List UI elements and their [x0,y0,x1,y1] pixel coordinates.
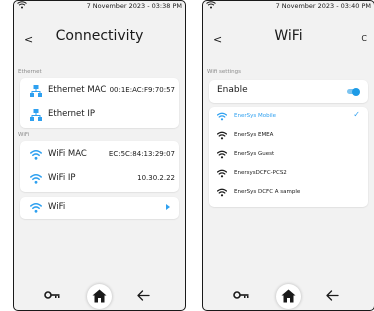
wifi-ip-row: WiFi IP 10.30.2.22 [20,168,179,190]
wifi-status-icon [17,1,27,9]
home-icon [281,289,296,303]
section-label-wifi: WiFi [18,132,30,138]
wifi-icon [30,150,42,160]
status-bar: 7 November 2023 - 03:38 PM [14,1,185,13]
wifi-screen: 7 November 2023 - 03:40 PM < WiFi C Wifi… [202,0,374,311]
row-value: 10.30.2.22 [137,174,175,182]
row-value: EC:5C:84:13:29:07 [108,150,175,158]
row-value: 00:1E:AC:F9:70:57 [109,86,175,94]
ethernet-card: Ethernet MAC 00:1E:AC:F9:70:57 Ethernet … [20,78,179,128]
network-name: EnerSys Mobile [234,113,277,119]
row-label: Ethernet IP [48,109,95,119]
row-label: WiFi MAC [48,149,87,159]
status-bar: 7 November 2023 - 03:40 PM [203,1,374,13]
enable-card: Enable [209,80,368,103]
enable-toggle[interactable] [347,87,360,96]
wifi-icon [217,112,227,121]
wifi-icon [30,174,42,184]
wifi-status-icon [206,1,216,9]
wifi-icon [217,131,227,140]
network-name: EnerSys EMEA [234,132,274,138]
row-label: WiFi IP [48,173,76,183]
refresh-button[interactable]: C [361,34,367,43]
wifi-nav-row[interactable]: WiFi [20,197,179,219]
wifi-icon [217,150,227,159]
connectivity-screen: 7 November 2023 - 03:38 PM < Connectivit… [13,0,186,311]
wifi-info-card: WiFi MAC EC:5C:84:13:29:07 WiFi IP 10.30… [20,141,179,192]
section-label-ethernet: Ethernet [18,69,42,75]
wifi-icon [217,188,227,197]
arrow-left-icon[interactable] [326,290,339,301]
network-name: EnerSys Guest [234,151,275,157]
wifi-nav-item[interactable]: WiFi [20,197,179,219]
page-title: Connectivity [55,28,144,44]
network-item[interactable]: EnerSys EMEA [209,128,368,144]
network-icon [30,85,42,97]
wifi-icon [30,203,42,213]
wifi-icon [217,169,227,178]
bottom-nav [14,283,185,310]
checkmark-icon: ✓ [353,110,360,119]
network-item[interactable]: EnerSys Guest [209,147,368,163]
page-title: WiFi [274,28,303,44]
ethernet-mac-row: Ethernet MAC 00:1E:AC:F9:70:57 [20,80,179,102]
status-time: 7 November 2023 - 03:40 PM [275,2,371,10]
home-icon [92,289,107,303]
header: < Connectivity [14,26,185,56]
ethernet-ip-row: Ethernet IP [20,104,179,126]
section-label-wifi-settings: Wifi settings [207,69,241,75]
wifi-mac-row: WiFi MAC EC:5C:84:13:29:07 [20,144,179,166]
home-button[interactable] [276,284,301,309]
status-time: 7 November 2023 - 03:38 PM [86,2,182,10]
header: < WiFi C [203,26,374,56]
network-item[interactable]: EnersysDCFC-PCS2 [209,166,368,182]
network-name: EnersysDCFC-PCS2 [234,170,287,176]
network-item[interactable]: EnerSys DCFC A sample [209,185,368,201]
home-button[interactable] [87,284,112,309]
row-label: WiFi [48,202,66,212]
arrow-left-icon[interactable] [137,290,150,301]
key-icon[interactable] [233,290,249,300]
network-name: EnerSys DCFC A sample [234,189,301,195]
row-label: Ethernet MAC [48,85,107,95]
network-icon [30,109,42,121]
enable-label: Enable [217,85,248,95]
key-icon[interactable] [44,290,60,300]
toggle-knob [352,87,360,96]
network-list: EnerSys Mobile ✓ EnerSys EMEA EnerSys Gu… [209,107,368,207]
bottom-nav [203,283,374,310]
network-item[interactable]: EnerSys Mobile ✓ [209,109,368,125]
chevron-right-icon [166,204,170,210]
